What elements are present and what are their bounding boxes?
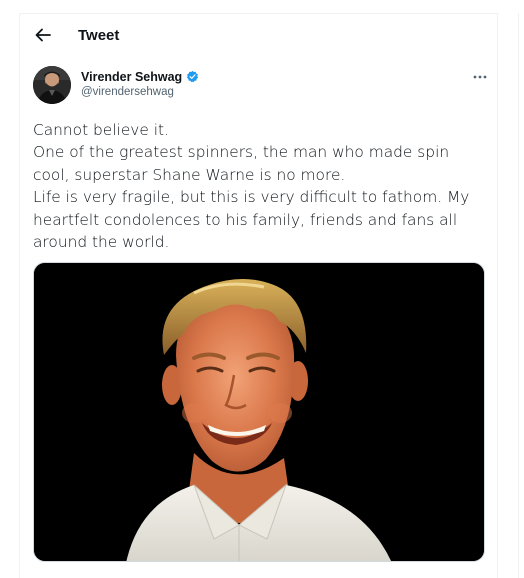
tweet-header: Tweet (20, 14, 497, 58)
tweet-column: Tweet Virender Sehwag @virendersehwag Ca… (19, 13, 498, 578)
more-horizontal-icon (473, 75, 487, 79)
verified-badge-icon (187, 70, 199, 83)
tweet-line: cool, superstar Shane Warne is no more. (33, 165, 346, 184)
page-title: Tweet (78, 27, 120, 44)
tweet-line: Cannot believe it. (33, 121, 169, 139)
author-info: Virender Sehwag @virendersehwag (81, 68, 199, 98)
author-handle[interactable]: @virendersehwag (81, 86, 199, 98)
more-options-button[interactable] (468, 68, 492, 86)
page-edge-divider (518, 13, 519, 578)
tweet-line: heartfelt condolences to his family, fri… (33, 210, 458, 229)
portrait-image (34, 263, 484, 561)
tweet-line: around the world. (33, 233, 170, 252)
author-name[interactable]: Virender Sehwag (81, 70, 182, 84)
tweet-text: Cannot believe it. One of the greatest s… (33, 119, 485, 253)
tweet-line: Life is very fragile, but this is very d… (33, 188, 470, 207)
back-button[interactable] (28, 20, 58, 50)
arrow-left-icon (35, 28, 51, 42)
tweet-line: One of the greatest spinners, the man wh… (33, 143, 450, 162)
avatar-image (33, 66, 71, 104)
avatar[interactable] (33, 66, 71, 104)
tweet-photo[interactable] (33, 262, 485, 562)
